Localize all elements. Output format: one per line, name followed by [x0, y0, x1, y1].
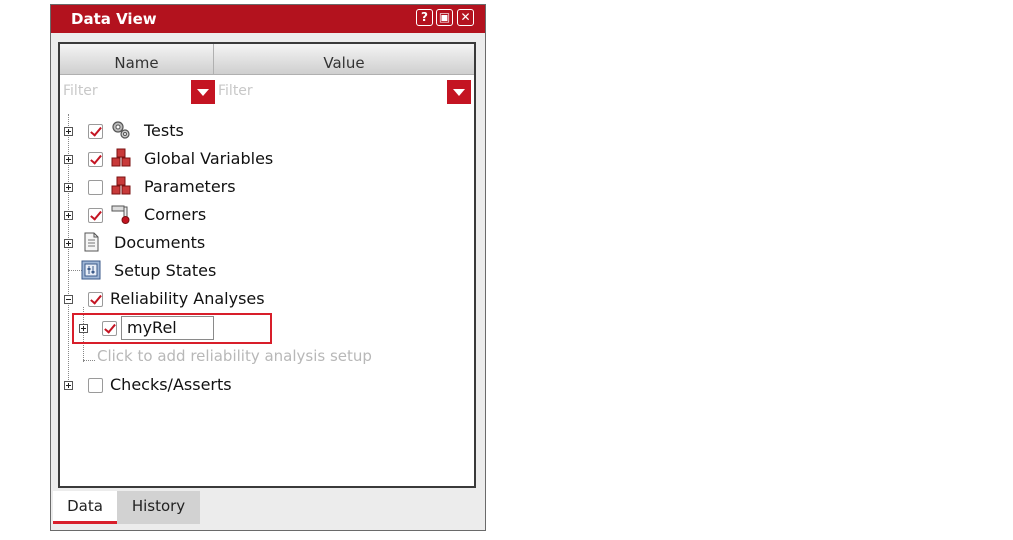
tree-item-label: Global Variables [144, 149, 274, 168]
title-bar: Data View ? ▣ ✕ [51, 5, 485, 33]
tab-history[interactable]: History [117, 491, 200, 524]
tree-item-label: Parameters [144, 177, 236, 196]
cubes-icon [110, 147, 132, 169]
close-icon[interactable]: ✕ [457, 9, 474, 26]
myrel-checkbox[interactable] [102, 321, 117, 336]
expand-icon[interactable] [64, 183, 73, 192]
checks-asserts-checkbox[interactable] [88, 378, 103, 393]
add-reliability-analysis-row[interactable]: Click to add reliability analysis setup [60, 345, 474, 369]
expand-icon[interactable] [79, 324, 88, 333]
tree-item-reliability-analyses[interactable]: Reliability Analyses [60, 287, 474, 311]
panel-title: Data View [71, 10, 157, 28]
thermometer-icon [110, 203, 132, 225]
tree-item-label: Reliability Analyses [110, 289, 265, 308]
expand-icon[interactable] [64, 127, 73, 136]
tab-data[interactable]: Data [53, 491, 117, 524]
reliability-analyses-checkbox[interactable] [88, 292, 103, 307]
setup-states-icon [80, 259, 102, 281]
rename-input[interactable]: myRel [121, 316, 214, 340]
tree-table: Name Value Filter Filter Tests Global Va… [58, 42, 476, 488]
tree: Tests Global Variables Parameters Corner… [60, 44, 474, 484]
collapse-icon[interactable] [64, 295, 73, 304]
tree-item-label: Checks/Asserts [110, 375, 232, 394]
data-view-panel: Data View ? ▣ ✕ Name Value Filter Filter [50, 4, 486, 531]
global-variables-checkbox[interactable] [88, 152, 103, 167]
document-icon [80, 231, 102, 253]
tree-item-myrel[interactable]: myRel [60, 316, 474, 340]
corners-checkbox[interactable] [88, 208, 103, 223]
add-reliability-analysis-hint[interactable]: Click to add reliability analysis setup [97, 347, 372, 365]
tests-checkbox[interactable] [88, 124, 103, 139]
tree-item-corners[interactable]: Corners [60, 203, 474, 227]
tree-item-label: Setup States [114, 261, 217, 280]
tree-item-tests[interactable]: Tests [60, 119, 474, 143]
tree-item-parameters[interactable]: Parameters [60, 175, 474, 199]
expand-icon[interactable] [64, 211, 73, 220]
tree-item-setup-states[interactable]: Setup States [60, 259, 474, 283]
parameters-checkbox[interactable] [88, 180, 103, 195]
restore-icon[interactable]: ▣ [436, 9, 453, 26]
expand-icon[interactable] [64, 155, 73, 164]
expand-icon[interactable] [64, 239, 73, 248]
tree-item-documents[interactable]: Documents [60, 231, 474, 255]
tree-item-checks-asserts[interactable]: Checks/Asserts [60, 373, 474, 397]
gears-icon [110, 119, 132, 141]
tree-item-label: Tests [144, 121, 184, 140]
tree-item-label: Corners [144, 205, 207, 224]
expand-icon[interactable] [64, 381, 73, 390]
cubes-icon [110, 175, 132, 197]
tree-item-label: Documents [114, 233, 206, 252]
bottom-tabs: Data History [51, 491, 485, 529]
tree-item-global-variables[interactable]: Global Variables [60, 147, 474, 171]
help-icon[interactable]: ? [416, 9, 433, 26]
